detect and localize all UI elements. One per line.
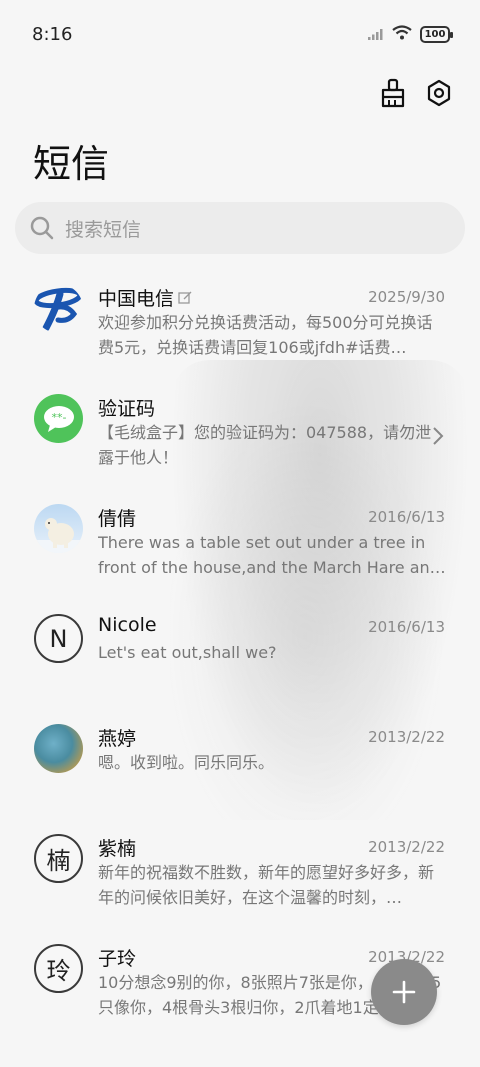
svg-text:**-: **-: [51, 411, 66, 424]
conversation-row[interactable]: **- 验证码 【毛绒盒子】您的验证码为：047588，请勿泄露于他人！: [0, 376, 480, 486]
conversation-name: 验证码: [98, 398, 156, 420]
conversation-preview: 【毛绒盒子】您的验证码为：047588，请勿泄露于他人！: [98, 423, 432, 467]
conversation-date: 2013/2/22: [368, 728, 445, 746]
broom-icon: [381, 78, 405, 108]
wifi-icon: [392, 24, 412, 44]
conversation-row[interactable]: 中国电信 2025/9/30 欢迎参加积分兑换话费活动，每500分可兑换话费5元…: [0, 266, 480, 376]
avatar: N: [34, 614, 83, 663]
search-placeholder: 搜索短信: [65, 218, 142, 241]
chevron-right-icon[interactable]: [432, 426, 444, 446]
conversation-list: 中国电信 2025/9/30 欢迎参加积分兑换话费活动，每500分可兑换话费5元…: [0, 266, 480, 1036]
status-icons: 100: [368, 24, 453, 44]
new-message-button[interactable]: [371, 959, 437, 1025]
conversation-name: 紫楠: [98, 838, 137, 860]
status-time: 8:16: [32, 23, 73, 45]
conversation-name: 燕婷: [98, 728, 137, 750]
status-bar: 8:16 100: [0, 0, 480, 68]
conversation-name: 子玲: [98, 948, 137, 970]
conversation-row[interactable]: 倩倩 2016/6/13 There was a table set out u…: [0, 486, 480, 596]
conversation-date: 2016/6/13: [368, 508, 445, 526]
search-icon: [30, 216, 54, 240]
signal-icon: [368, 25, 384, 44]
edit-icon: [178, 291, 192, 304]
settings-button[interactable]: [424, 76, 454, 110]
clean-button[interactable]: [378, 76, 408, 110]
china-telecom-logo-icon: [34, 284, 83, 333]
top-actions: [378, 76, 454, 110]
conversation-row[interactable]: N Nicole 2016/6/13 Let's eat out,shall w…: [0, 596, 480, 706]
conversation-preview: 嗯。收到啦。同乐同乐。: [98, 753, 275, 772]
conversation-date: 2013/2/22: [368, 838, 445, 856]
gear-icon: [427, 79, 451, 107]
polar-bear-avatar: [34, 504, 83, 553]
plus-icon: [392, 980, 416, 1004]
message-bubble-icon: **-: [34, 394, 83, 443]
search-input[interactable]: 搜索短信: [15, 202, 465, 254]
avatar: 楠: [34, 834, 83, 883]
conversation-preview: Let's eat out,shall we?: [98, 643, 277, 662]
conversation-preview: 新年的祝福数不胜数，新年的愿望好多好多，新年的问候依旧美好，在这个温馨的时刻，…: [98, 863, 435, 907]
battery-icon: 100: [420, 25, 453, 43]
conversation-name: 倩倩: [98, 508, 137, 530]
conversation-preview: There was a table set out under a tree i…: [98, 533, 446, 577]
conversation-name: Nicole: [98, 614, 157, 636]
conversation-row[interactable]: 燕婷 2013/2/22 嗯。收到啦。同乐同乐。: [0, 706, 480, 816]
conversation-date: 2025/9/30: [368, 288, 445, 306]
conversation-date: 2016/6/13: [368, 618, 445, 636]
conversation-row[interactable]: 楠 紫楠 2013/2/22 新年的祝福数不胜数，新年的愿望好多好多，新年的问候…: [0, 816, 480, 926]
landscape-avatar: [34, 724, 83, 773]
page-title: 短信: [33, 142, 110, 186]
avatar: 玲: [34, 944, 83, 993]
conversation-preview: 欢迎参加积分兑换话费活动，每500分可兑换话费5元，兑换话费请回复106或jfd…: [98, 313, 433, 357]
conversation-name: 中国电信: [98, 284, 192, 311]
